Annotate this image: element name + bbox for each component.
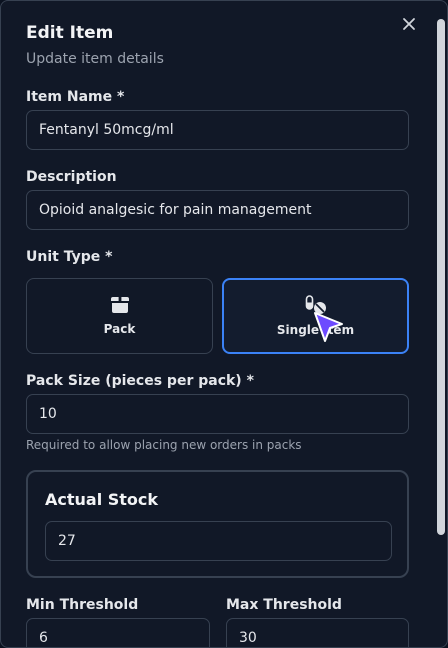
pack-size-label: Pack Size (pieces per pack) * [26, 373, 254, 389]
pill-icon [305, 295, 326, 314]
unit-option-single-item-label: Single Item [276, 323, 355, 337]
unit-option-pack[interactable]: Pack [26, 278, 213, 354]
box-icon [110, 297, 129, 313]
actual-stock-section: Actual Stock 27 [26, 470, 409, 578]
scrollbar-thumb[interactable] [437, 19, 445, 535]
unit-option-pack-label: Pack [103, 322, 136, 336]
item-name-input[interactable]: Fentanyl 50mcg/ml [26, 110, 409, 150]
actual-stock-input[interactable]: 27 [45, 521, 392, 561]
pack-size-input[interactable]: 10 [26, 394, 409, 434]
max-threshold-value: 30 [239, 630, 257, 646]
min-threshold-input[interactable]: 6 [26, 618, 210, 647]
pack-size-hint: Required to allow placing new orders in … [26, 438, 302, 452]
item-name-label: Item Name * [26, 89, 125, 105]
actual-stock-title: Actual Stock [45, 490, 159, 509]
max-threshold-label: Max Threshold [226, 597, 342, 613]
edit-item-modal: Edit Item Update item details Item Name … [0, 0, 448, 648]
unit-type-label: Unit Type * [26, 249, 113, 265]
modal-subtitle: Update item details [26, 51, 164, 67]
item-name-value: Fentanyl 50mcg/ml [39, 122, 174, 138]
min-threshold-value: 6 [39, 630, 48, 646]
description-input[interactable]: Opioid analgesic for pain management [26, 190, 409, 230]
modal-title: Edit Item [26, 23, 114, 43]
max-threshold-input[interactable]: 30 [226, 618, 409, 647]
min-threshold-label: Min Threshold [26, 597, 139, 613]
close-icon[interactable] [400, 15, 418, 33]
description-label: Description [26, 169, 117, 185]
pack-size-value: 10 [39, 406, 57, 422]
unit-option-single-item[interactable]: Single Item [222, 278, 409, 354]
actual-stock-value: 27 [58, 533, 76, 549]
description-value: Opioid analgesic for pain management [39, 202, 312, 218]
